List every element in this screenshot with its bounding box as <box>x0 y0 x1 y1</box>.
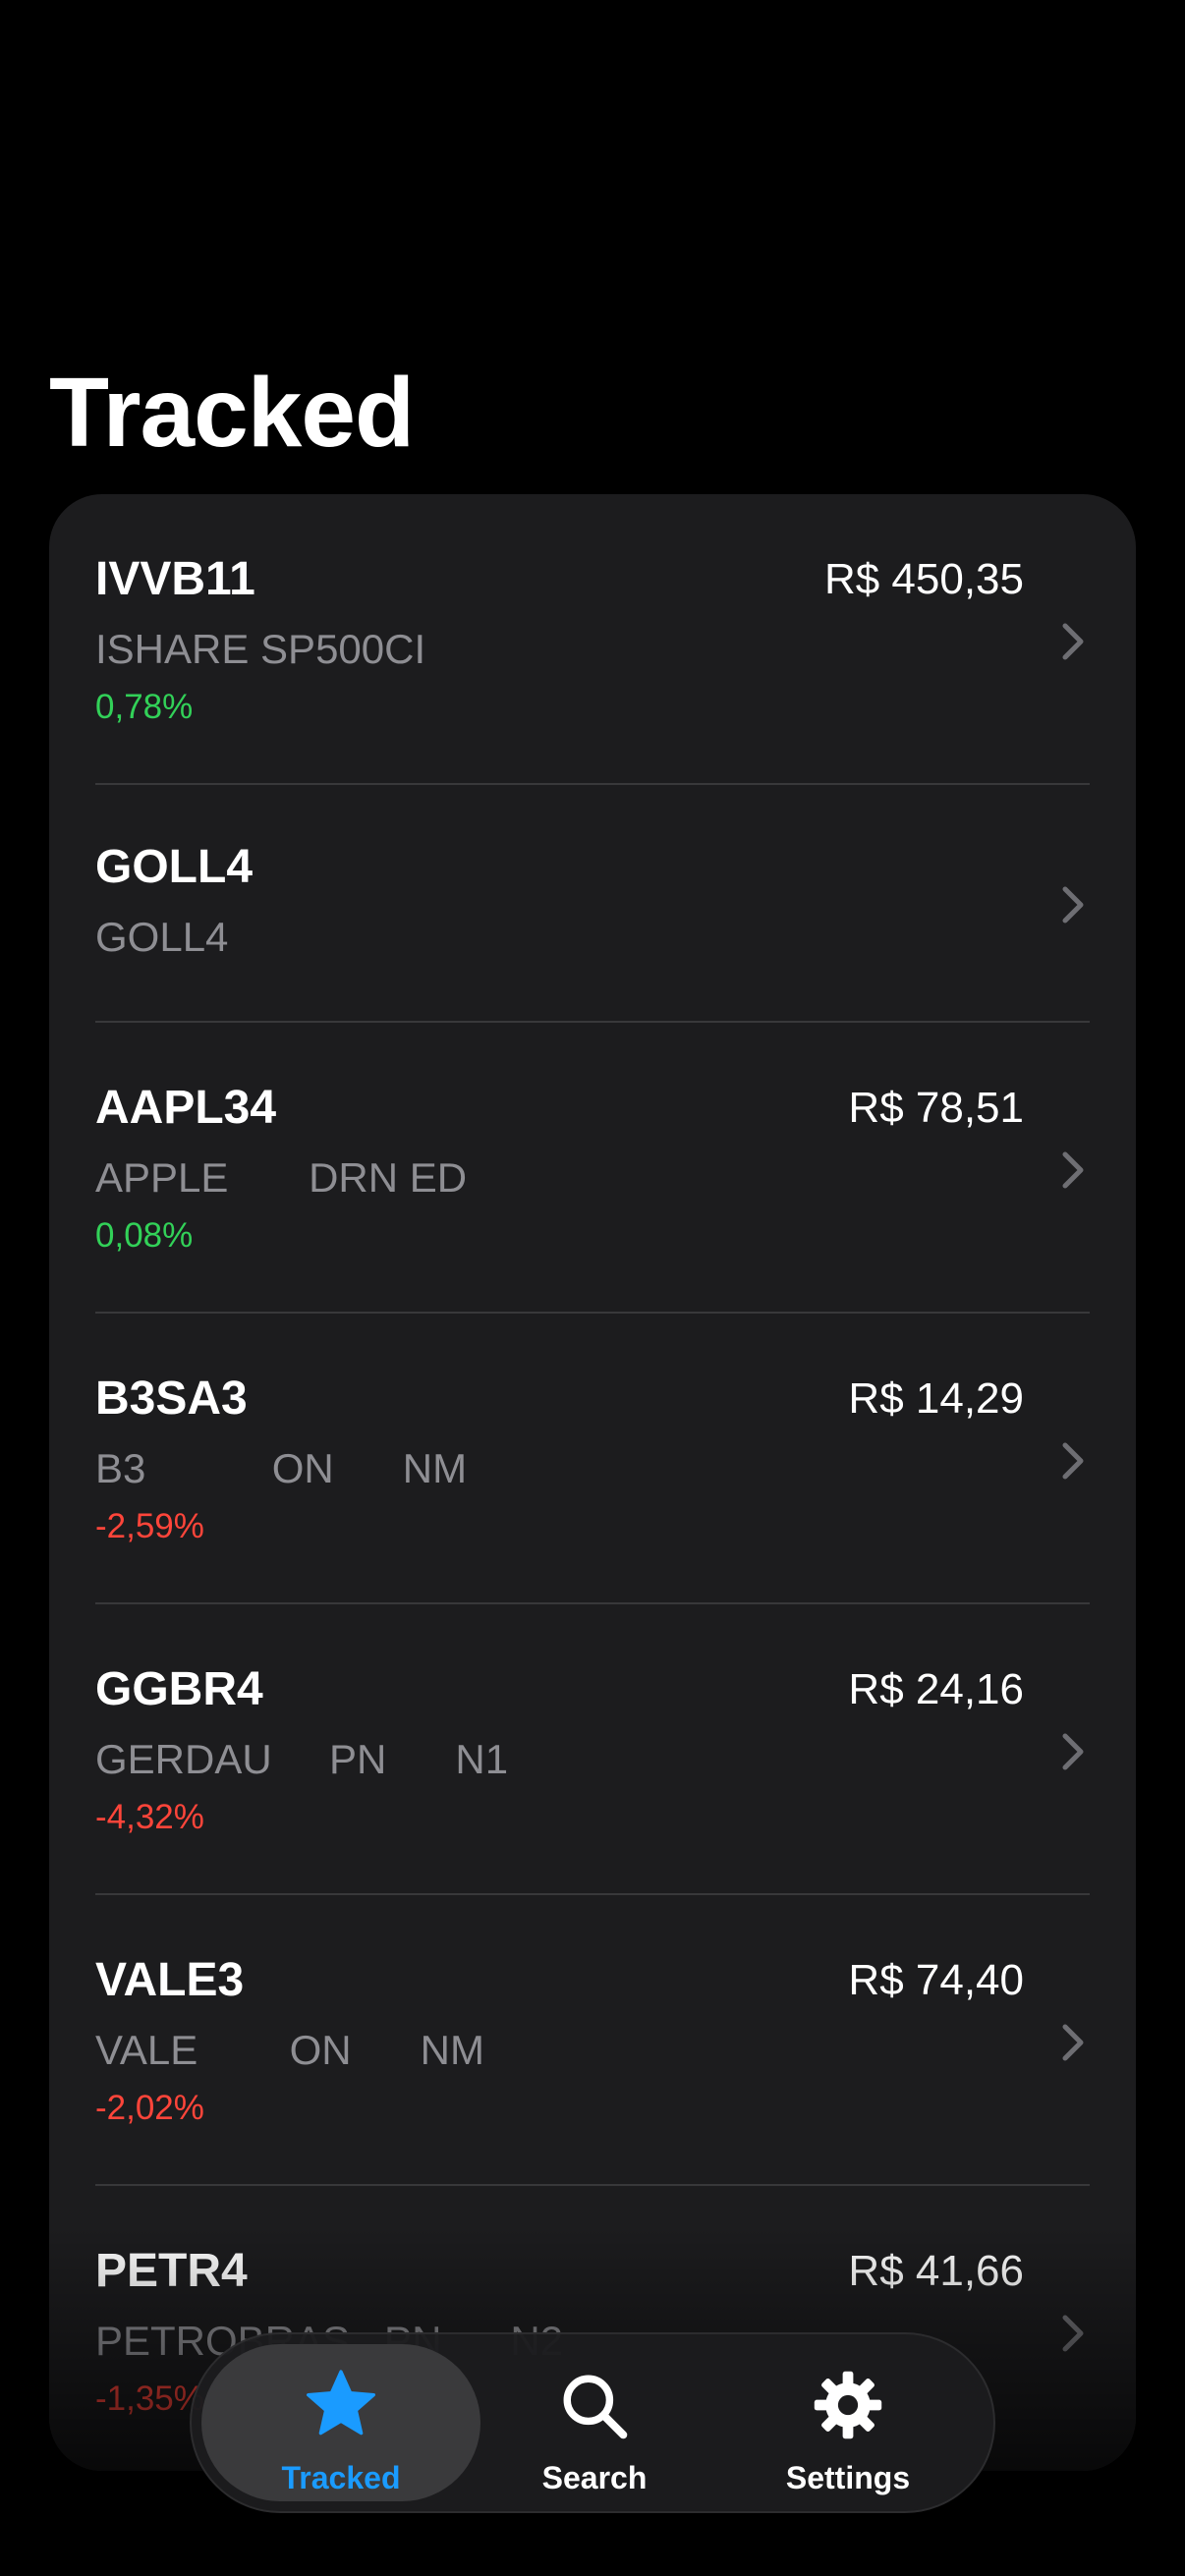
list-item[interactable]: AAPL34 R$ 78,51 APPLE DRN ED 0,08% <box>49 1023 1136 1314</box>
stock-name: APPLE DRN ED <box>95 1154 468 1201</box>
chevron-right-icon <box>1062 2024 1084 2061</box>
page-title: Tracked <box>49 358 415 468</box>
chevron-right-icon <box>1062 1151 1084 1189</box>
stock-change: -2,59% <box>95 1507 204 1545</box>
tab-label: Settings <box>785 2460 911 2495</box>
stock-name: VALE ON NM <box>95 2027 484 2073</box>
chevron-right-icon <box>1062 2315 1084 2352</box>
stock-price: R$ 78,51 <box>848 1084 1024 1132</box>
list-item[interactable]: IVVB11 R$ 450,35 ISHARE SP500CI 0,78% <box>49 494 1136 785</box>
gear-icon <box>814 2371 882 2439</box>
tab-tracked[interactable]: Tracked <box>201 2344 480 2501</box>
search-icon <box>563 2375 628 2439</box>
stock-change: -2,02% <box>95 2089 204 2127</box>
stock-symbol: GGBR4 <box>95 1663 263 1715</box>
stock-price: R$ 74,40 <box>848 1956 1024 2004</box>
tab-search[interactable]: Search <box>455 2344 734 2501</box>
stock-symbol: B3SA3 <box>95 1372 248 1425</box>
tab-settings[interactable]: Settings <box>708 2344 988 2501</box>
stock-name: GERDAU PN N1 <box>95 1736 509 1782</box>
stock-price: R$ 41,66 <box>848 2247 1024 2295</box>
stock-symbol: VALE3 <box>95 1954 245 2006</box>
tab-label: Tracked <box>281 2460 401 2495</box>
chevron-right-icon <box>1062 1733 1084 1770</box>
stock-price: R$ 24,16 <box>848 1665 1024 1713</box>
list-item[interactable]: B3SA3 R$ 14,29 B3 ON NM -2,59% <box>49 1314 1136 1604</box>
stock-symbol: IVVB11 <box>95 553 255 605</box>
stock-change: -4,32% <box>95 1798 204 1836</box>
tab-bar: Tracked Search Settings <box>190 2332 995 2513</box>
stock-symbol: AAPL34 <box>95 1082 277 1134</box>
stock-symbol: GOLL4 <box>95 841 254 893</box>
stock-price: R$ 14,29 <box>848 1374 1024 1423</box>
chevron-right-icon <box>1062 886 1084 924</box>
list-item[interactable]: GGBR4 R$ 24,16 GERDAU PN N1 -4,32% <box>49 1604 1136 1895</box>
stock-change: 0,78% <box>95 688 194 726</box>
chevron-right-icon <box>1062 623 1084 660</box>
stock-price: R$ 450,35 <box>823 555 1024 603</box>
stock-name: GOLL4 <box>95 914 229 960</box>
stock-name: ISHARE SP500CI <box>95 626 426 672</box>
chevron-right-icon <box>1062 1442 1084 1480</box>
stock-name: B3 ON NM <box>95 1445 468 1491</box>
stock-change: 0,08% <box>95 1216 194 1255</box>
star-icon <box>307 2370 376 2436</box>
list-item[interactable]: GOLL4 GOLL4 <box>49 785 1136 1021</box>
stock-change: -1,35% <box>95 2380 204 2418</box>
stock-symbol: PETR4 <box>95 2245 248 2297</box>
tab-label: Search <box>541 2460 648 2495</box>
list-item[interactable]: VALE3 R$ 74,40 VALE ON NM -2,02% <box>49 1895 1136 2186</box>
tracked-list: IVVB11 R$ 450,35 ISHARE SP500CI 0,78% GO… <box>49 494 1136 2471</box>
